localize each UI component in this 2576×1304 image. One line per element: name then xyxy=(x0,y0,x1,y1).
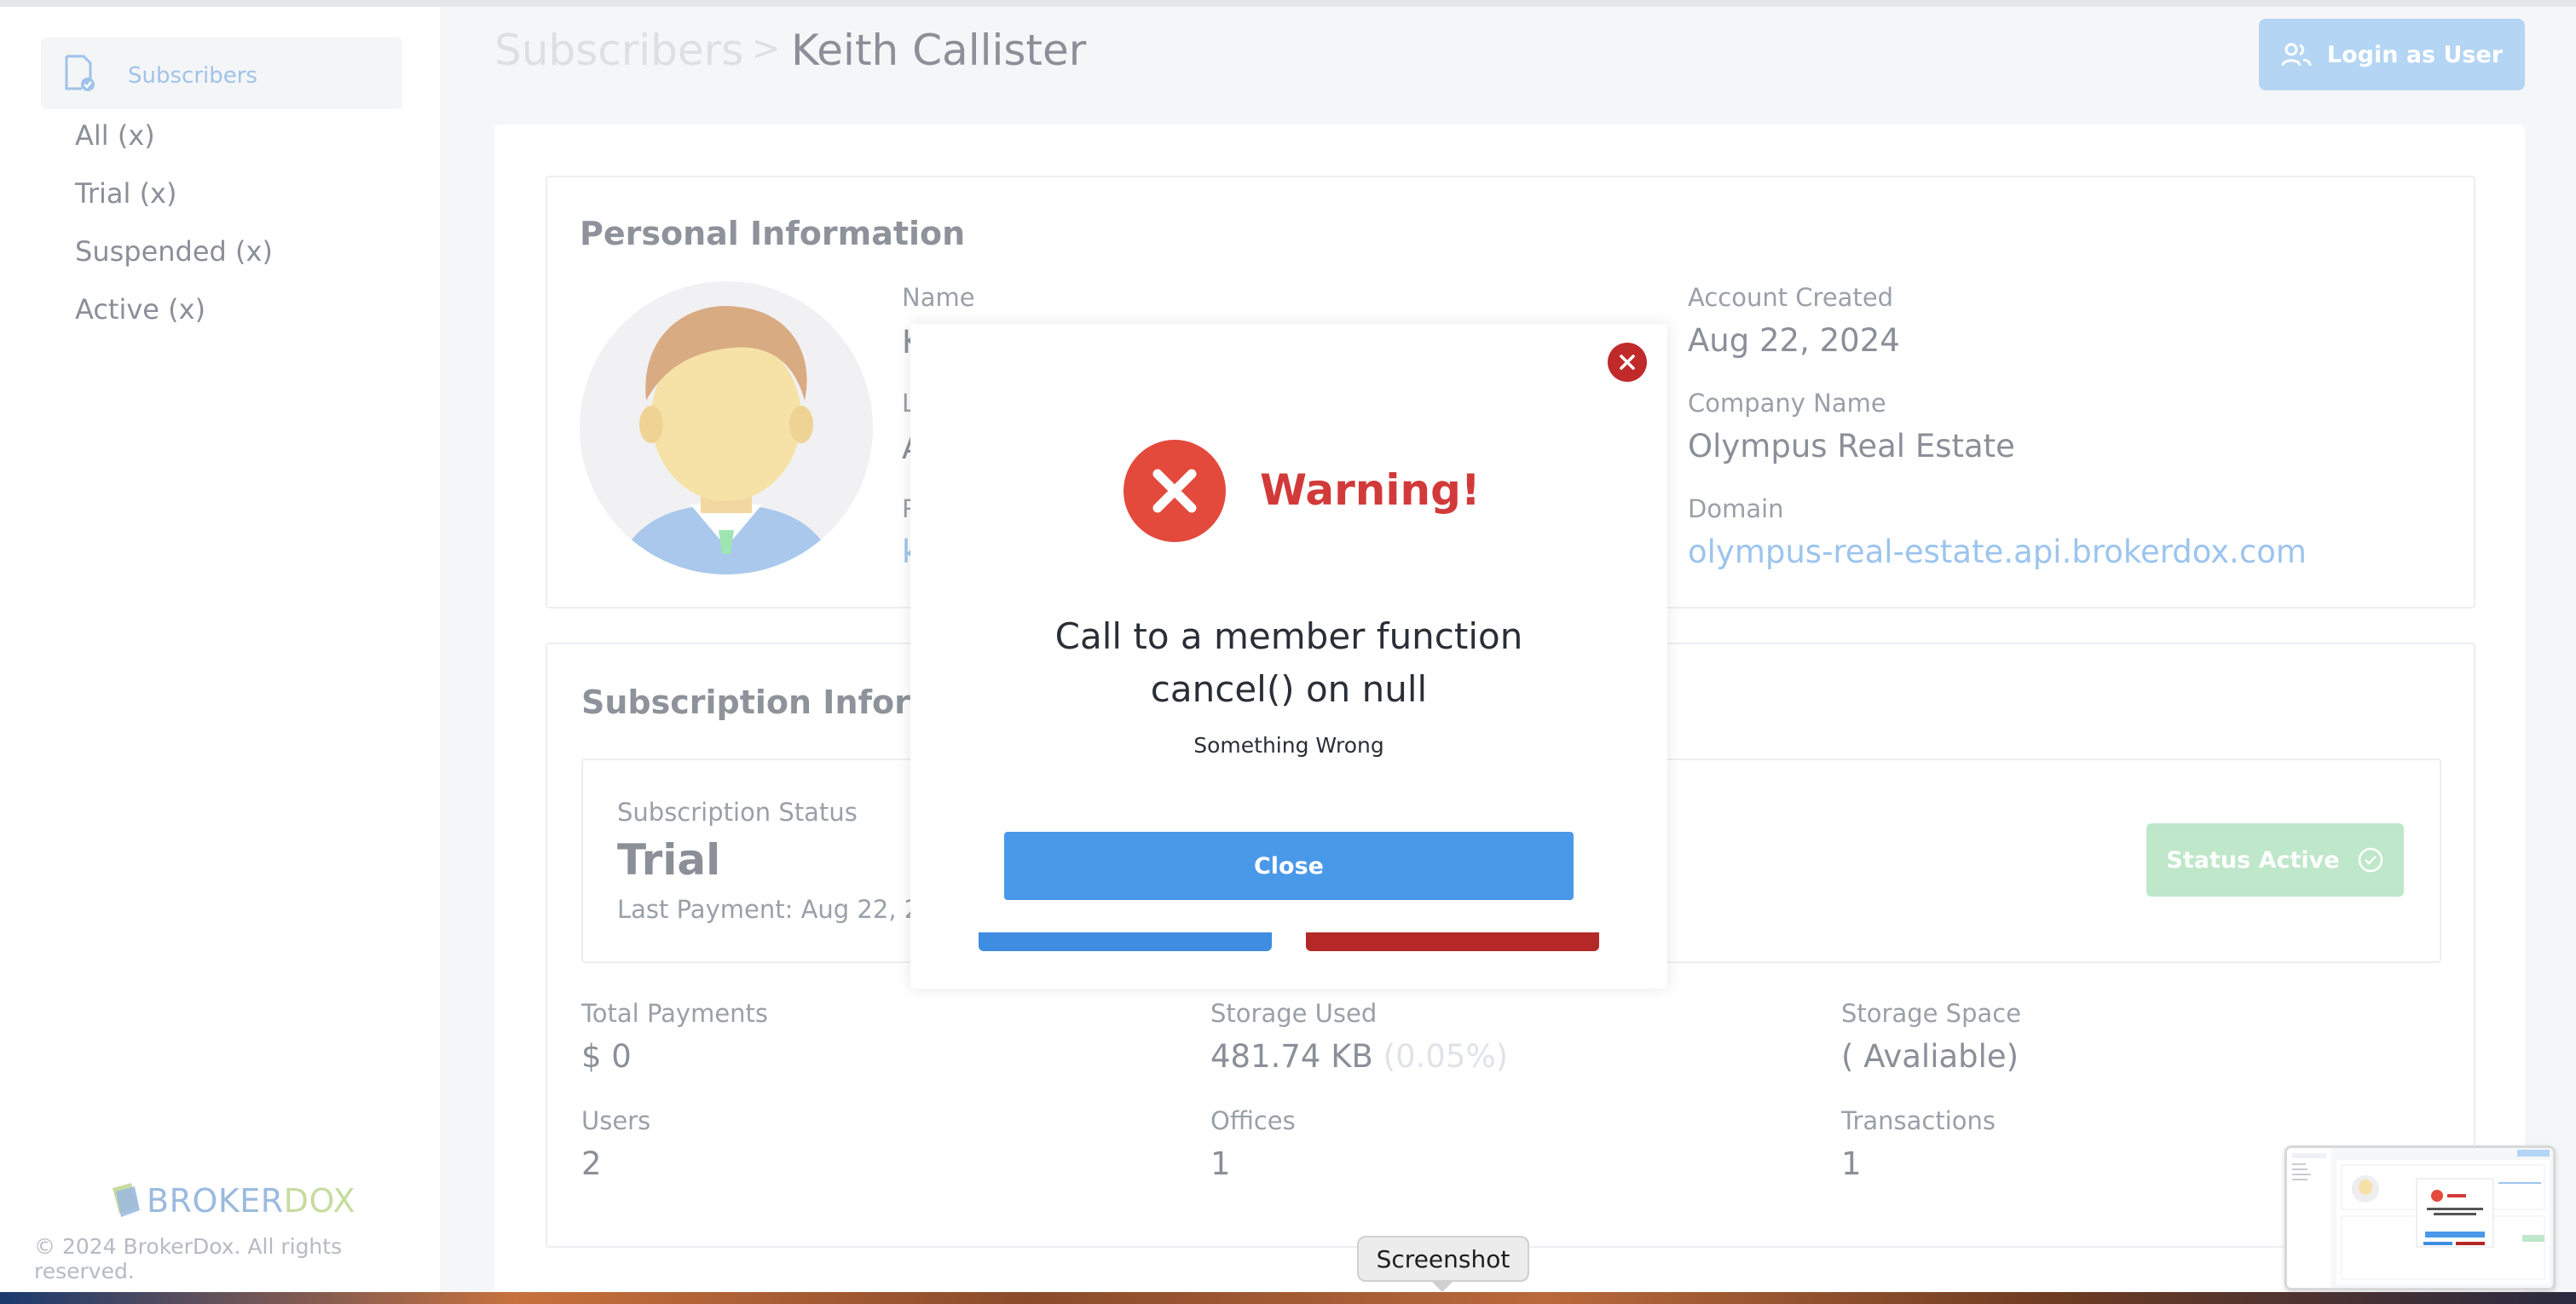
account-created-value: Aug 22, 2024 xyxy=(1688,322,1900,359)
dialog-dismiss-button[interactable] xyxy=(1608,343,1647,382)
subscription-status-value: Trial xyxy=(617,835,721,885)
last-payment-label: Last Payment: Aug 22, 20 xyxy=(617,895,936,924)
document-check-icon xyxy=(65,55,95,91)
screenshot-tooltip: Screenshot xyxy=(1357,1236,1529,1282)
dialog-message: Call to a member function cancel() on nu… xyxy=(1054,615,1523,710)
copyright: © 2024 BrokerDox. All rights reserved. xyxy=(34,1234,343,1284)
subscription-status-label: Subscription Status xyxy=(617,798,858,827)
dialog-title: Warning! xyxy=(1260,465,1481,515)
offices-label: Offices xyxy=(1210,1106,1296,1135)
storage-used: 481.74 KB (0.05%) xyxy=(1210,1038,1508,1075)
sidebar-item-all[interactable]: All (x) xyxy=(75,119,155,152)
company-name-value: Olympus Real Estate xyxy=(1688,428,2015,464)
company-name-label: Company Name xyxy=(1688,389,1886,418)
dialog-submessage: Something Wrong xyxy=(1193,733,1384,758)
users-value: 2 xyxy=(581,1145,602,1182)
status-active-button[interactable]: Status Active xyxy=(2146,823,2404,897)
close-icon xyxy=(1620,355,1635,370)
total-payments-label: Total Payments xyxy=(581,999,769,1028)
sidebar: Subscribers All (x) Trial (x) Suspended … xyxy=(0,7,440,1292)
users-icon xyxy=(2281,43,2312,66)
avatar xyxy=(580,281,873,574)
breadcrumb-separator: > xyxy=(752,29,781,68)
storage-used-percent: (0.05%) xyxy=(1383,1038,1509,1075)
status-active-label: Status Active xyxy=(2166,846,2340,874)
close-button[interactable]: Close xyxy=(1004,832,1574,900)
storage-space-label: Storage Space xyxy=(1841,999,2022,1028)
storage-used-value: 481.74 KB xyxy=(1210,1038,1373,1075)
total-payments-value: $ 0 xyxy=(581,1038,632,1075)
breadcrumb-parent[interactable]: Subscribers xyxy=(494,26,743,75)
top-border xyxy=(0,0,2576,7)
sidebar-section-label: Subscribers xyxy=(128,63,257,89)
brand-word-dox: DOX xyxy=(283,1182,355,1220)
personal-info-title: Personal Information xyxy=(580,215,966,252)
domain-link[interactable]: olympus-real-estate.api.brokerdox.com xyxy=(1688,534,2307,570)
sidebar-item-suspended[interactable]: Suspended (x) xyxy=(75,235,273,268)
page-title: Keith Callister xyxy=(791,26,1087,75)
users-label: Users xyxy=(581,1106,651,1135)
check-circle-icon xyxy=(2358,847,2383,873)
close-button-label: Close xyxy=(1253,852,1324,880)
login-as-user-label: Login as User xyxy=(2326,41,2504,68)
storage-space-value: ( Avaliable) xyxy=(1841,1038,2019,1075)
screenshot-thumbnail[interactable] xyxy=(2284,1145,2556,1290)
sidebar-item-active[interactable]: Active (x) xyxy=(75,293,205,326)
sidebar-section-subscribers[interactable]: Subscribers xyxy=(41,38,402,109)
account-created-label: Account Created xyxy=(1688,283,1894,312)
domain-label: Domain xyxy=(1688,494,1784,523)
brand-word-broker: BROKER xyxy=(147,1182,284,1220)
desktop-dock-strip xyxy=(0,1292,2576,1304)
thumbnail-preview xyxy=(2287,1148,2553,1288)
tooltip-pointer xyxy=(1430,1280,1454,1292)
name-label: Name xyxy=(902,283,975,312)
error-icon xyxy=(1123,440,1226,542)
offices-value: 1 xyxy=(1210,1145,1231,1182)
transactions-label: Transactions xyxy=(1841,1106,1996,1135)
login-as-user-button[interactable]: Login as User xyxy=(2259,19,2525,90)
subscription-info-title: Subscription Informa xyxy=(581,684,967,721)
sidebar-item-trial[interactable]: Trial (x) xyxy=(75,177,176,210)
transactions-value: 1 xyxy=(1841,1145,1862,1182)
brand-logo: BROKER DOX xyxy=(109,1176,355,1226)
brokerdox-logo-icon xyxy=(113,1183,140,1217)
storage-used-label: Storage Used xyxy=(1210,999,1378,1028)
